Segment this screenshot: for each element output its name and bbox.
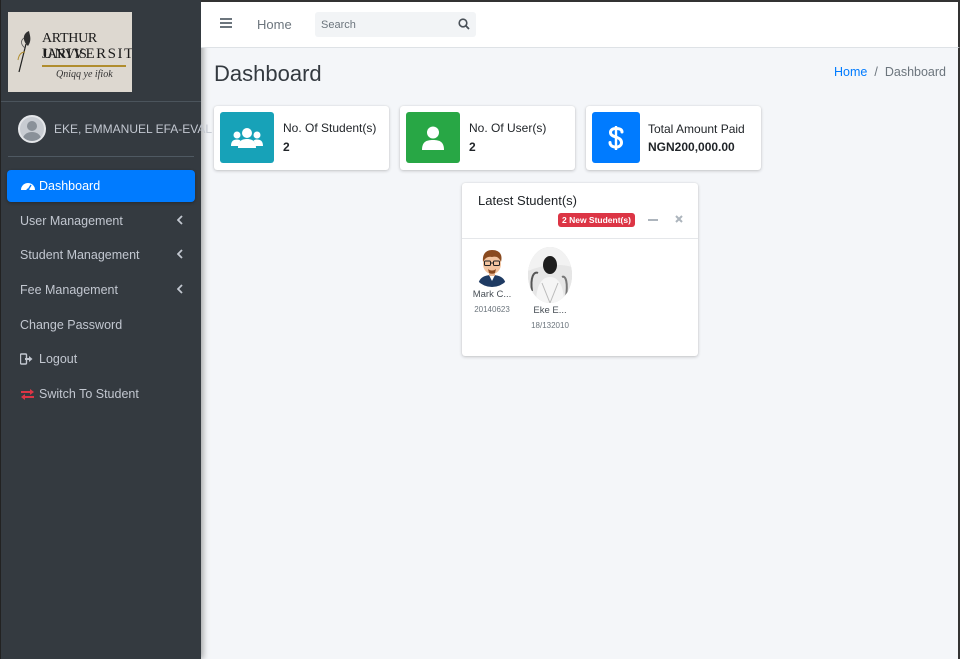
user-panel[interactable]: EKE, EMMANUEL EFA-EVAL [8, 102, 212, 157]
sidebar-item-label: Fee Management [20, 283, 118, 298]
search-form [315, 12, 476, 37]
chevron-left-icon [177, 215, 183, 225]
sidebar-item-label: Logout [39, 352, 78, 367]
sidebar-item-change-password[interactable]: Change Password [7, 309, 195, 341]
info-box-users: No. Of User(s) 2 [400, 106, 575, 170]
info-box-label: Total Amount Paid [648, 122, 745, 136]
sidebar-item-dashboard[interactable]: Dashboard [7, 170, 195, 202]
logo-motto: Qniqq ye ifiok [56, 69, 113, 80]
info-box-amount-paid: Total Amount Paid NGN200,000.00 [586, 106, 761, 170]
exchange-icon [20, 387, 36, 401]
user-name: EKE, EMMANUEL EFA-EVAL [54, 122, 213, 136]
sidebar-item-label: Dashboard [39, 179, 101, 193]
chevron-left-icon [177, 249, 183, 260]
breadcrumb-separator: / [874, 65, 878, 79]
breadcrumb: Home / Dashboard [834, 65, 946, 79]
sidebar-item-logout[interactable]: Logout [7, 343, 195, 375]
sidebar-nav: Dashboard User Management Student Manage… [1, 170, 201, 410]
student-avatar [528, 247, 572, 303]
logo-rule [42, 65, 126, 67]
sidebar-item-student-management[interactable]: Student Management [7, 239, 195, 271]
info-box-value: 2 [469, 140, 476, 154]
dollar-icon [592, 112, 640, 163]
search-icon[interactable] [458, 18, 470, 30]
info-box-label: No. Of Student(s) [283, 121, 377, 135]
new-students-badge: 2 New Student(s) [558, 213, 635, 227]
info-box-students: No. Of Student(s) 2 [214, 106, 389, 170]
brand-link[interactable]: ARTHUR JARVIS UNIVERSITY Qniqq ye ifiok [1, 0, 201, 102]
sidebar-item-label: Switch To Student [39, 387, 139, 402]
top-navbar: Home [201, 0, 960, 48]
student-id: 20140623 [474, 305, 510, 314]
page-title: Dashboard [214, 61, 322, 86]
student-item[interactable]: Eke E... 18/132010 [526, 247, 574, 330]
student-name: Eke E... [533, 305, 567, 316]
close-icon[interactable] [674, 214, 684, 224]
nav-home-link[interactable]: Home [257, 17, 292, 32]
student-name: Mark C... [472, 289, 512, 300]
sidebar-item-user-management[interactable]: User Management [7, 205, 195, 237]
student-item[interactable]: Mark C... 20140623 [468, 247, 516, 314]
card-title: Latest Student(s) [478, 193, 577, 208]
logo-line-2: UNIVERSITY [42, 46, 132, 62]
sidebar-item-label: User Management [20, 213, 123, 228]
sign-out-icon [20, 352, 36, 366]
menu-toggle-icon[interactable] [220, 18, 232, 28]
breadcrumb-current: Dashboard [884, 65, 946, 79]
search-input[interactable] [315, 12, 445, 37]
card-header: Latest Student(s) 2 New Student(s) [462, 183, 698, 239]
university-logo: ARTHUR JARVIS UNIVERSITY Qniqq ye ifiok [8, 12, 132, 92]
sidebar-item-label: Student Management [20, 248, 140, 263]
info-box-label: No. Of User(s) [469, 121, 547, 135]
quill-icon [17, 31, 31, 73]
student-avatar [472, 247, 512, 287]
info-box-value: 2 [283, 140, 290, 154]
sidebar-item-switch-to-student[interactable]: Switch To Student [7, 378, 195, 410]
sidebar-item-label: Change Password [20, 317, 123, 332]
sidebar-item-fee-management[interactable]: Fee Management [7, 274, 195, 306]
info-box-value: NGN200,000.00 [648, 140, 735, 154]
sidebar: ARTHUR JARVIS UNIVERSITY Qniqq ye ifiok … [0, 0, 212, 659]
user-icon [406, 112, 460, 163]
student-id: 18/132010 [531, 321, 569, 330]
latest-students-card: Latest Student(s) 2 New Student(s) Mark … [462, 183, 698, 356]
collapse-icon[interactable] [648, 219, 658, 221]
tachometer-icon [20, 179, 36, 193]
breadcrumb-home-link[interactable]: Home [834, 65, 867, 79]
avatar [18, 115, 46, 143]
chevron-left-icon [177, 284, 183, 294]
users-icon [220, 112, 274, 163]
